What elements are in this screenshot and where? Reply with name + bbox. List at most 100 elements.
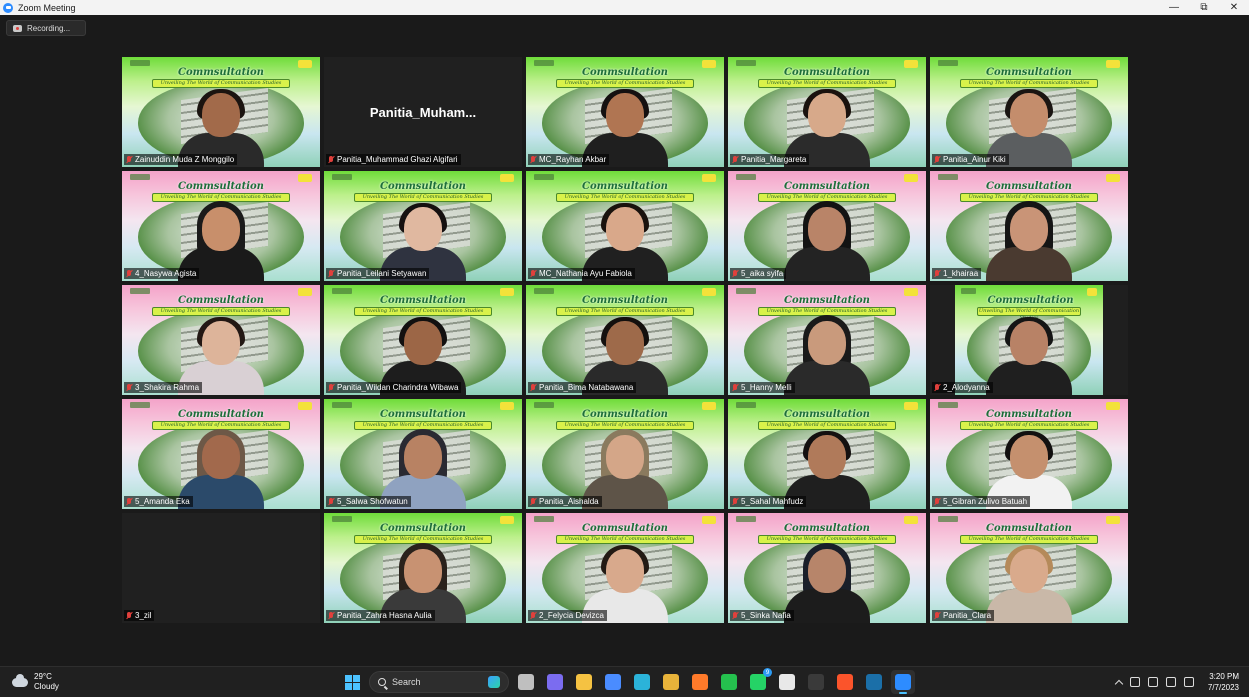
hair (803, 431, 851, 461)
chrome-taskbar-button[interactable] (659, 670, 683, 694)
minimize-button[interactable]: — (1159, 0, 1189, 15)
participant-tile[interactable]: Commsultation Unveiling The World of Com… (728, 399, 926, 509)
participant-tile[interactable]: Commsultation Unveiling The World of Com… (122, 399, 320, 509)
mic-muted-icon (328, 269, 334, 278)
event-logo (500, 402, 515, 411)
participant-tile[interactable]: Commsultation Unveiling The World of Com… (930, 171, 1128, 281)
participant-tile[interactable]: Commsultation Unveiling The World of Com… (526, 513, 724, 623)
mic-muted-icon (530, 497, 536, 506)
face (197, 317, 245, 365)
line-taskbar-button[interactable] (717, 670, 741, 694)
participant-name: 3_Shakira Rahma (135, 383, 200, 392)
participant-name: 5_Hanny Melli (741, 383, 792, 392)
close-button[interactable]: ✕ (1219, 0, 1249, 15)
participant-tile[interactable]: Commsultation Unveiling The World of Com… (324, 171, 522, 281)
participant-tile[interactable]: Commsultation Unveiling The World of Com… (526, 285, 724, 395)
volume-icon[interactable] (1165, 677, 1176, 687)
participant-tile[interactable]: Commsultation Unveiling The World of Com… (930, 57, 1128, 167)
face (803, 543, 851, 603)
face (803, 431, 851, 479)
microsoft-store-taskbar-button[interactable] (601, 670, 625, 694)
participant-name-tag: Panitia_Leilani Setyawan (326, 268, 430, 279)
maximize-button[interactable]: ⧉ (1189, 0, 1219, 15)
participant-tile[interactable]: Commsultation Unveiling The World of Com… (930, 513, 1128, 623)
banner-title: Commsultation (784, 522, 870, 534)
participant-tile[interactable]: Commsultation Unveiling The World of Com… (930, 399, 1128, 509)
participant-name-tag: 1_khairaa (932, 268, 982, 279)
event-logo (702, 402, 717, 411)
participant-name-tag: Panitia_Zahra Hasna Aulia (326, 610, 435, 621)
event-logo (500, 288, 515, 297)
participant-tile[interactable]: Commsultation Unveiling The World of Com… (930, 285, 1128, 395)
university-logo (129, 174, 150, 181)
face (197, 429, 245, 489)
participant-name-tag: Panitia_Wildan Charindra Wibawa (326, 382, 462, 393)
steam-taskbar-button[interactable] (862, 670, 886, 694)
banner-title: Commsultation (582, 294, 668, 306)
participant-tile[interactable]: Commsultation Unveiling The World of Com… (526, 57, 724, 167)
participant-tile[interactable]: Commsultation Unveiling The World of Com… (324, 399, 522, 509)
university-logo (937, 516, 958, 523)
participant-tile[interactable]: Commsultation Unveiling The World of Com… (728, 285, 926, 395)
university-logo (735, 60, 756, 67)
university-logo (331, 288, 352, 295)
mic-muted-icon (934, 611, 940, 620)
recording-icon (13, 24, 22, 32)
mic-muted-icon (126, 611, 132, 620)
clock[interactable]: 3:20 PM 7/7/2023 (1208, 671, 1239, 693)
participant-tile[interactable]: Commsultation Unveiling The World of Com… (122, 171, 320, 281)
participant-tile[interactable]: Commsultation Unveiling The World of Com… (728, 57, 926, 167)
teams-chat-taskbar-button[interactable] (543, 670, 567, 694)
face (197, 201, 245, 261)
microphone-icon[interactable] (1129, 677, 1140, 687)
participant-tile[interactable]: Panitia_Muham... Panitia_Muhammad Ghazi A… (324, 57, 522, 167)
weather-widget[interactable]: 29°C Cloudy (12, 672, 59, 692)
recording-indicator[interactable]: Recording... (6, 20, 86, 36)
event-logo (904, 402, 919, 411)
face (803, 201, 851, 261)
participant-tile[interactable]: Commsultation Unveiling The World of Com… (728, 171, 926, 281)
wifi-icon[interactable] (1147, 677, 1158, 687)
event-logo (298, 402, 313, 411)
participant-tile[interactable]: Commsultation Unveiling The World of Com… (122, 57, 320, 167)
participant-tile[interactable]: Commsultation Unveiling The World of Com… (324, 285, 522, 395)
university-logo (735, 516, 756, 523)
start-button[interactable] (340, 670, 364, 694)
edge-taskbar-button[interactable] (630, 670, 654, 694)
participant-name: 2_Alodyanna (943, 383, 990, 392)
banner-subtitle: Unveiling The World of Communication Stu… (959, 421, 1099, 430)
clock-time: 3:20 PM (1209, 672, 1239, 681)
battery-icon[interactable] (1183, 677, 1194, 687)
banner-title: Commsultation (380, 180, 466, 192)
event-logo (1106, 402, 1121, 411)
capcut-taskbar-button[interactable] (804, 670, 828, 694)
task-view-taskbar-button[interactable] (514, 670, 538, 694)
file-explorer-taskbar-button[interactable] (572, 670, 596, 694)
participant-tile[interactable]: Commsultation Unveiling The World of Com… (122, 285, 320, 395)
window-controls: — ⧉ ✕ (1159, 0, 1249, 15)
participant-name-tag: Panitia_Ainur Kiki (932, 154, 1009, 165)
participant-name-tag: 4_Nasywa Agista (124, 268, 200, 279)
participant-name-tag: MC_Nathania Ayu Fabiola (528, 268, 635, 279)
banner-title: Commsultation (986, 522, 1072, 534)
participant-tile[interactable]: Commsultation Unveiling The World of Com… (324, 513, 522, 623)
taskbar-search[interactable]: Search (369, 671, 509, 693)
notification-badge: 9 (763, 668, 772, 677)
participant-name-tag: MC_Rayhan Akbar (528, 154, 610, 165)
university-logo (533, 516, 554, 523)
notion-taskbar-button[interactable] (775, 670, 799, 694)
university-logo (129, 402, 150, 409)
participant-tile[interactable]: Commsultation Unveiling The World of Com… (728, 513, 926, 623)
whatsapp-taskbar-button[interactable]: 9 (746, 668, 772, 694)
participant-tile[interactable]: Commsultation Unveiling The World of Com… (526, 171, 724, 281)
brave-taskbar-button[interactable] (833, 670, 857, 694)
participant-tile[interactable]: 3_zil (122, 513, 320, 623)
torso (784, 247, 870, 281)
participant-video (784, 201, 870, 281)
zoom-taskbar-button[interactable] (891, 670, 915, 694)
participant-tile[interactable]: Commsultation Unveiling The World of Com… (526, 399, 724, 509)
capcut-icon (808, 674, 824, 690)
university-logo (331, 174, 352, 181)
chevron-up-icon[interactable] (1114, 679, 1124, 688)
firefox-taskbar-button[interactable] (688, 670, 712, 694)
